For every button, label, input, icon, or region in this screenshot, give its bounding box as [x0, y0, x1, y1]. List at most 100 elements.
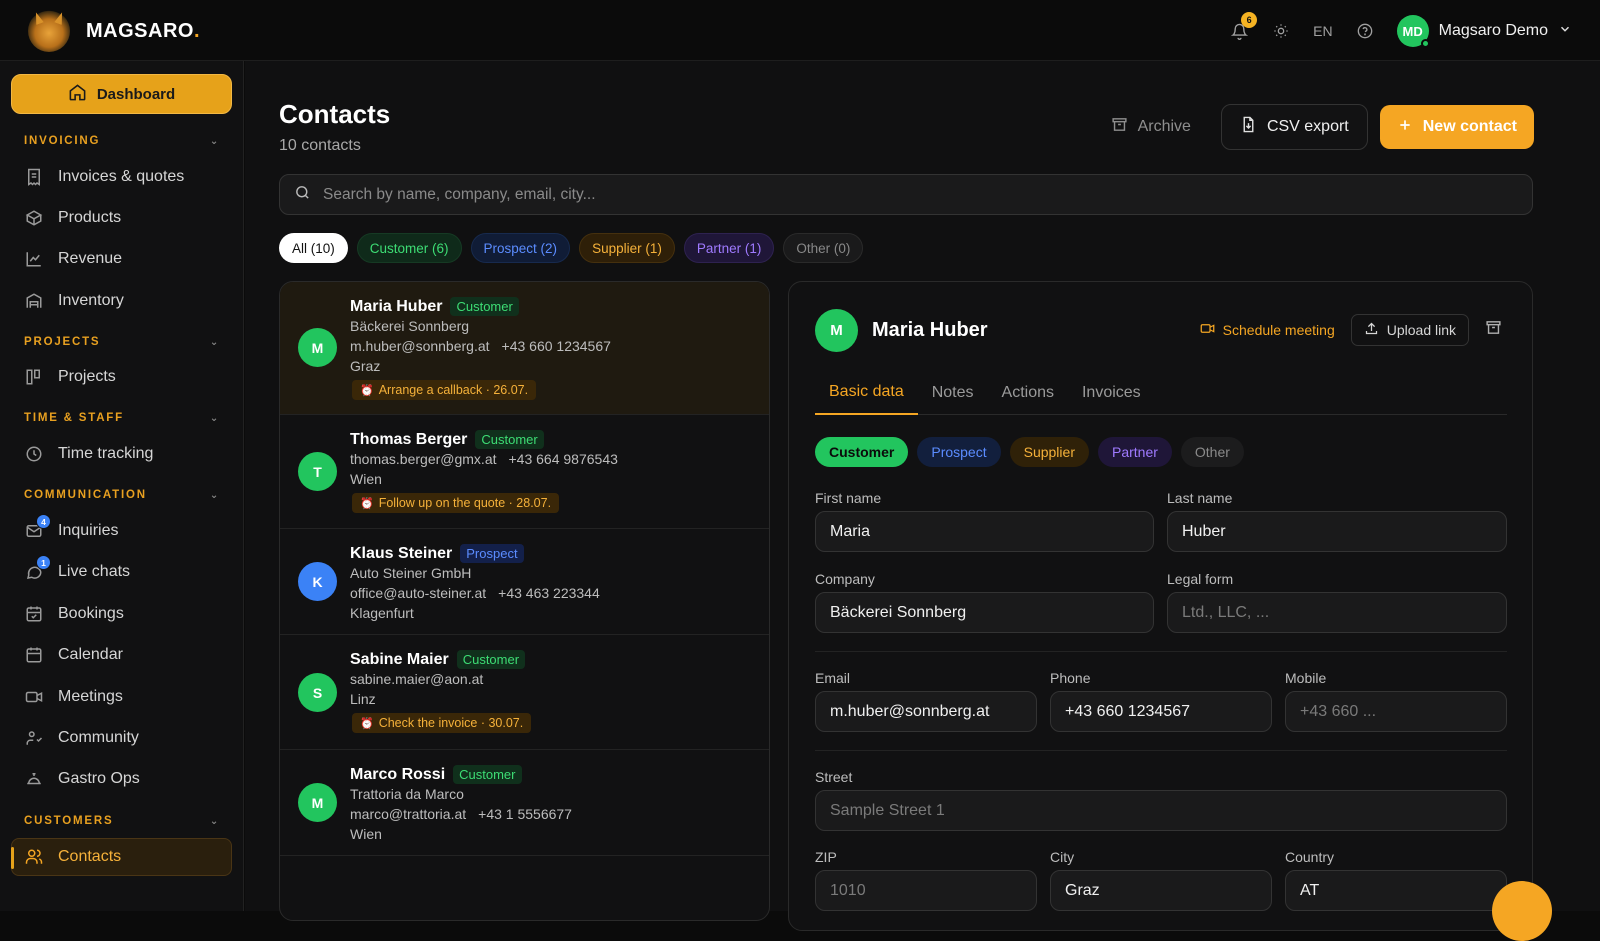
- last-name-field[interactable]: Huber: [1167, 511, 1507, 552]
- main-content: Contacts 10 contacts Archive CSV export …: [245, 61, 1600, 931]
- archive-icon[interactable]: [1485, 319, 1502, 341]
- archive-icon: [1111, 116, 1128, 138]
- sidebar-item-inventory[interactable]: Inventory: [24, 286, 234, 316]
- floating-action-button[interactable]: [1492, 881, 1552, 941]
- list-item[interactable]: M Maria Huber Customer Bäckerei Sonnberg …: [280, 282, 769, 415]
- contact-phone: +43 1 5556677: [478, 806, 572, 822]
- user-name: Magsaro Demo: [1438, 22, 1548, 39]
- mobile-field[interactable]: +43 660 ...: [1285, 691, 1507, 732]
- company-label: Company: [815, 571, 875, 587]
- tab-notes[interactable]: Notes: [918, 370, 988, 415]
- sidebar-item-live-chats[interactable]: 1 Live chats: [24, 555, 234, 587]
- task-badge[interactable]: ⏰ Follow up on the quote · 28.07.: [352, 493, 560, 513]
- avatar: K: [298, 562, 337, 601]
- sidebar-item-bookings[interactable]: Bookings: [24, 599, 234, 629]
- language-switch[interactable]: EN: [1313, 23, 1332, 39]
- sidebar-item-meetings[interactable]: Meetings: [24, 682, 234, 712]
- logo[interactable]: MAGSARO.: [28, 10, 200, 52]
- type-other[interactable]: Other: [1180, 437, 1244, 467]
- contact-count: 10 contacts: [279, 137, 361, 154]
- sidebar-item-contacts[interactable]: Contacts: [24, 842, 234, 872]
- phone-field[interactable]: +43 660 1234567: [1050, 691, 1272, 732]
- alarm-clock-icon: ⏰: [360, 384, 374, 397]
- type-partner[interactable]: Partner: [1097, 437, 1172, 467]
- type-badge: Customer: [453, 765, 522, 784]
- sidebar-item-community[interactable]: Community: [24, 723, 234, 753]
- upload-icon: [1364, 321, 1379, 339]
- section-invoicing[interactable]: INVOICING ⌄: [24, 135, 220, 147]
- divider: [815, 651, 1507, 652]
- type-filters: All (10) Customer (6) Prospect (2) Suppl…: [279, 233, 864, 263]
- task-badge[interactable]: ⏰ Check the invoice · 30.07.: [352, 713, 532, 733]
- city-label: City: [1050, 849, 1075, 865]
- chevron-down-icon: ⌄: [209, 489, 220, 501]
- contact-list: M Maria Huber Customer Bäckerei Sonnberg …: [279, 281, 770, 921]
- type-customer[interactable]: Customer: [815, 437, 909, 467]
- filter-supplier[interactable]: Supplier (1): [579, 233, 675, 263]
- user-menu[interactable]: MD Magsaro Demo: [1396, 15, 1572, 48]
- detail-contact-name: Maria Huber: [872, 319, 988, 341]
- section-projects[interactable]: PROJECTS ⌄: [24, 336, 220, 348]
- schedule-meeting-button[interactable]: Schedule meeting: [1200, 321, 1335, 339]
- top-bar: MAGSARO. 6 EN MD Magsaro Demo: [0, 0, 1600, 61]
- zip-field[interactable]: 1010: [815, 870, 1037, 911]
- avatar: MD: [1396, 15, 1430, 48]
- contact-phone: +43 660 1234567: [501, 338, 611, 354]
- tab-basic-data[interactable]: Basic data: [815, 370, 918, 415]
- filter-customer[interactable]: Customer (6): [356, 233, 462, 263]
- box-icon: [24, 208, 44, 228]
- contact-company: Auto Steiner GmbH: [350, 565, 472, 581]
- city-field[interactable]: Graz: [1050, 870, 1272, 911]
- sidebar-item-invoices[interactable]: Invoices & quotes: [24, 162, 234, 192]
- contact-name: Klaus Steiner: [350, 544, 453, 562]
- section-communication[interactable]: COMMUNICATION ⌄: [24, 489, 220, 501]
- new-contact-button[interactable]: New contact: [1379, 105, 1534, 149]
- company-field[interactable]: Bäckerei Sonnberg: [815, 592, 1154, 633]
- brand-name: MAGSARO: [86, 19, 194, 42]
- dashboard-button[interactable]: Dashboard: [11, 74, 232, 114]
- list-item[interactable]: M Marco Rossi Customer Trattoria da Marco…: [280, 750, 769, 856]
- type-supplier[interactable]: Supplier: [1009, 437, 1089, 467]
- filter-all[interactable]: All (10): [279, 233, 348, 263]
- country-field[interactable]: AT: [1285, 870, 1507, 911]
- tab-invoices[interactable]: Invoices: [1068, 370, 1155, 415]
- sidebar: Dashboard INVOICING ⌄ Invoices & quotes P…: [0, 61, 244, 911]
- home-icon: [68, 83, 87, 106]
- sidebar-item-projects[interactable]: Projects: [24, 362, 234, 392]
- filter-partner[interactable]: Partner (1): [683, 233, 775, 263]
- sidebar-item-gastro-ops[interactable]: Gastro Ops: [24, 764, 234, 794]
- sidebar-item-products[interactable]: Products: [24, 203, 234, 233]
- legal-form-field[interactable]: Ltd., LLC, ...: [1167, 592, 1507, 633]
- sidebar-item-revenue[interactable]: Revenue: [24, 244, 234, 274]
- sidebar-item-inquiries[interactable]: 4 Inquiries: [24, 514, 234, 546]
- help-icon[interactable]: [1355, 21, 1375, 41]
- bell-icon[interactable]: 6: [1229, 12, 1258, 41]
- list-item[interactable]: K Klaus Steiner Prospect Auto Steiner Gmb…: [280, 529, 769, 635]
- tab-actions[interactable]: Actions: [988, 370, 1068, 415]
- sidebar-item-calendar[interactable]: Calendar: [24, 640, 234, 670]
- sun-icon[interactable]: [1271, 21, 1291, 41]
- email-field[interactable]: m.huber@sonnberg.at: [815, 691, 1037, 732]
- street-label: Street: [815, 769, 853, 785]
- filter-other[interactable]: Other (0): [783, 233, 864, 263]
- sidebar-item-time-tracking[interactable]: Time tracking: [24, 439, 234, 469]
- task-badge[interactable]: ⏰ Arrange a callback · 26.07.: [352, 380, 537, 400]
- section-time-staff[interactable]: TIME & STAFF ⌄: [24, 412, 220, 424]
- filter-prospect[interactable]: Prospect (2): [470, 233, 571, 263]
- first-name-field[interactable]: Maria: [815, 511, 1154, 552]
- chevron-down-icon: ⌄: [209, 336, 220, 348]
- legal-form-label: Legal form: [1167, 571, 1234, 587]
- list-item[interactable]: T Thomas Berger Customer thomas.berger@gm…: [280, 415, 769, 529]
- type-prospect[interactable]: Prospect: [917, 437, 1001, 467]
- chevron-down-icon: [1558, 22, 1572, 41]
- section-customers[interactable]: CUSTOMERS ⌄: [24, 815, 220, 827]
- csv-export-button[interactable]: CSV export: [1220, 104, 1368, 150]
- upload-link-button[interactable]: Upload link: [1350, 314, 1469, 346]
- search-input[interactable]: [323, 185, 1473, 204]
- list-item[interactable]: S Sabine Maier Customer sabine.maier@aon.…: [280, 635, 769, 750]
- archive-button[interactable]: Archive: [1093, 105, 1209, 149]
- street-field[interactable]: Sample Street 1: [815, 790, 1507, 831]
- phone-label: Phone: [1050, 670, 1091, 686]
- country-label: Country: [1285, 849, 1335, 865]
- clock-icon: [24, 444, 44, 464]
